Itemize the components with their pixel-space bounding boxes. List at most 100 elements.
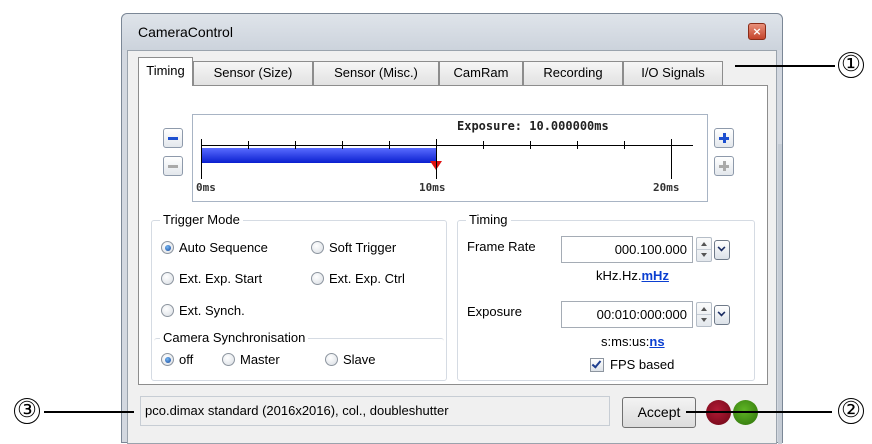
frame-rate-spinner[interactable] <box>696 237 712 262</box>
timeline-tick <box>483 141 484 149</box>
timeline-tick <box>248 141 249 149</box>
timing-tab-panel: Exposure: 10.000000ms 0ms 10ms 20ms Trig… <box>138 85 768 385</box>
timeline-tick <box>342 141 343 149</box>
exposure-dropdown-button[interactable] <box>714 305 730 325</box>
radio-label: Ext. Exp. Start <box>179 271 263 286</box>
timing-group: Timing Frame Rate 000.100.000 kHz.Hz.mHz… <box>457 212 755 381</box>
fps-based-checkbox[interactable] <box>590 358 604 372</box>
tab-timing[interactable]: Timing <box>138 57 193 86</box>
radio-unselected-icon <box>161 272 174 285</box>
radio-label: Soft Trigger <box>329 240 397 255</box>
radio-sync-off[interactable]: off <box>161 352 193 367</box>
timeline-tick <box>295 141 296 149</box>
exposure-decrease-coarse-button[interactable] <box>163 128 183 148</box>
callout-1-line <box>735 65 835 67</box>
trigger-mode-group: Trigger Mode Auto Sequence Soft Trigger … <box>151 212 447 381</box>
radio-ext-exp-start[interactable]: Ext. Exp. Start <box>161 271 262 286</box>
tab-camram[interactable]: CamRam <box>439 61 523 85</box>
frame-rate-units: kHz.Hz.mHz <box>596 268 669 283</box>
title-bar[interactable]: CameraControl × <box>122 14 782 50</box>
radio-unselected-icon <box>325 353 338 366</box>
callout-3: ③ <box>14 398 40 424</box>
spin-down-icon <box>701 253 707 257</box>
radio-unselected-icon <box>311 272 324 285</box>
tick-label-10: 10ms <box>419 181 446 194</box>
callout-2: ② <box>838 398 864 424</box>
spin-up-icon <box>701 242 707 246</box>
plus-icon <box>718 160 730 172</box>
timeline-tick <box>436 139 437 179</box>
timeline-tick <box>577 141 578 149</box>
tick-label-0: 0ms <box>196 181 216 194</box>
tab-sensor-size[interactable]: Sensor (Size) <box>193 61 313 85</box>
camera-sync-title: Camera Synchronisation <box>160 330 309 345</box>
tick-label-20: 20ms <box>653 181 680 194</box>
frame-rate-dropdown-button[interactable] <box>714 240 730 260</box>
timing-title: Timing <box>466 212 511 227</box>
radio-label: Master <box>240 352 280 367</box>
frame-rate-unit-link[interactable]: mHz <box>642 268 669 283</box>
close-button[interactable]: × <box>748 23 766 40</box>
chevron-down-icon <box>717 308 726 317</box>
radio-sync-slave[interactable]: Slave <box>325 352 376 367</box>
tab-sensor-misc[interactable]: Sensor (Misc.) <box>313 61 439 85</box>
minus-icon <box>167 160 179 172</box>
exposure-unit-link[interactable]: ns <box>649 334 664 349</box>
camera-sync-group: Camera Synchronisation off Master Slave <box>154 330 444 380</box>
exposure-increase-fine-button[interactable] <box>714 156 734 176</box>
exposure-label: Exposure <box>467 304 522 319</box>
units-prefix: kHz.Hz. <box>596 268 642 283</box>
radio-label: Ext. Exp. Ctrl <box>329 271 405 286</box>
timeline-tick <box>671 139 672 179</box>
close-icon: × <box>752 25 762 38</box>
timeline-tick <box>624 141 625 149</box>
callout-1: ① <box>838 52 864 78</box>
chevron-down-icon <box>717 243 726 252</box>
exposure-decrease-fine-button[interactable] <box>163 156 183 176</box>
radio-label: Slave <box>343 352 376 367</box>
timeline-tick <box>530 141 531 149</box>
units-prefix: s:ms:us: <box>601 334 650 349</box>
radio-ext-synch[interactable]: Ext. Synch. <box>161 303 245 318</box>
radio-sync-master[interactable]: Master <box>222 352 280 367</box>
radio-soft-trigger[interactable]: Soft Trigger <box>311 240 396 255</box>
plus-icon <box>718 132 730 144</box>
spin-down-icon <box>701 318 707 322</box>
window-title: CameraControl <box>138 24 233 40</box>
exposure-units: s:ms:us:ns <box>601 334 665 349</box>
exposure-timeline[interactable]: Exposure: 10.000000ms 0ms 10ms 20ms <box>192 114 708 202</box>
fps-based-label: FPS based <box>610 357 675 372</box>
radio-selected-icon <box>161 353 174 366</box>
camera-control-window: CameraControl × Timing Sensor (Size) Sen… <box>121 13 783 444</box>
checkmark-icon <box>591 358 602 369</box>
window-edge-strip <box>778 144 782 444</box>
radio-unselected-icon <box>311 241 324 254</box>
minus-icon <box>167 132 179 144</box>
exposure-bar <box>202 148 437 163</box>
radio-label: Ext. Synch. <box>179 303 245 318</box>
trigger-mode-title: Trigger Mode <box>160 212 243 227</box>
radio-label: Auto Sequence <box>179 240 268 255</box>
radio-label: off <box>179 352 194 367</box>
exposure-input[interactable]: 00:010:000:000 <box>561 301 693 328</box>
radio-auto-sequence[interactable]: Auto Sequence <box>161 240 268 255</box>
frame-rate-input[interactable]: 000.100.000 <box>561 236 693 263</box>
callout-2-line <box>686 411 832 413</box>
exposure-spinner[interactable] <box>696 302 712 327</box>
radio-ext-exp-ctrl[interactable]: Ext. Exp. Ctrl <box>311 271 405 286</box>
frame-rate-label: Frame Rate <box>467 239 536 254</box>
callout-3-line <box>44 411 134 413</box>
radio-selected-icon <box>161 241 174 254</box>
timeline-tick <box>201 139 202 179</box>
dialog-client-area: Timing Sensor (Size) Sensor (Misc.) CamR… <box>127 50 777 444</box>
spin-up-icon <box>701 307 707 311</box>
radio-unselected-icon <box>222 353 235 366</box>
accept-button[interactable]: Accept <box>622 397 696 428</box>
timeline-tick <box>389 141 390 149</box>
timeline-axis <box>201 145 693 146</box>
exposure-increase-coarse-button[interactable] <box>714 128 734 148</box>
camera-info-field: pco.dimax standard (2016x2016), col., do… <box>140 396 610 426</box>
tab-recording[interactable]: Recording <box>523 61 623 85</box>
tab-io-signals[interactable]: I/O Signals <box>623 61 723 85</box>
exposure-readout: Exposure: 10.000000ms <box>457 119 609 133</box>
